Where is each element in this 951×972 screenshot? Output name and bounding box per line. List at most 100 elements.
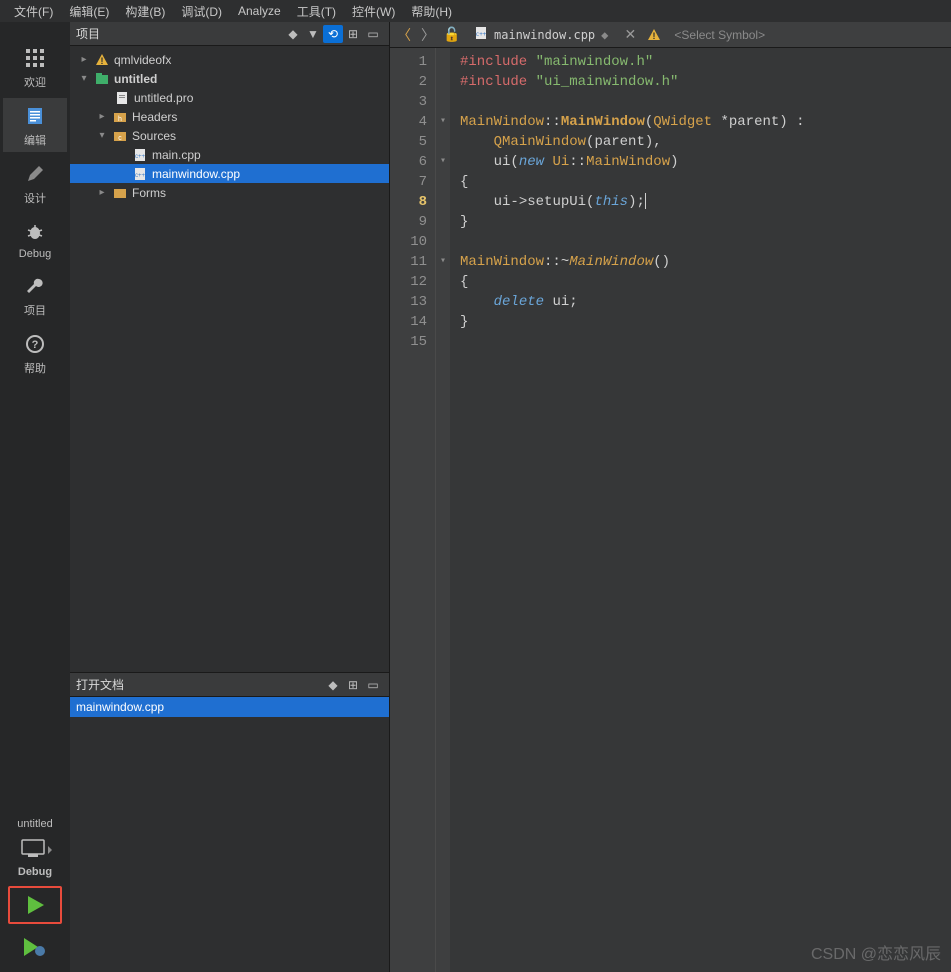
mode-help[interactable]: ? 帮助 (3, 326, 67, 380)
tree-label: Forms (132, 186, 166, 200)
wrench-icon (23, 274, 47, 298)
open-docs-title: 打开文档 (76, 676, 323, 693)
side-panel: 项目 ◆ ▼ ⟲ ⊞ ▭ ▸ ! qmlvideofx ▾ untitled (70, 22, 390, 972)
cpp-file-icon: c++ (132, 147, 148, 163)
tree-label: main.cpp (152, 148, 201, 162)
tree-label: mainwindow.cpp (152, 167, 240, 181)
project-panel-header: 项目 ◆ ▼ ⟲ ⊞ ▭ (70, 22, 389, 46)
editor: 〈 〉 🔓 c++ mainwindow.cpp ◆ ✕ ! <Select S… (390, 22, 951, 972)
tree-label: Sources (132, 129, 176, 143)
mode-debug-label: Debug (19, 248, 51, 260)
dropdown-icon: ◆ (601, 28, 608, 42)
fold-gutter[interactable]: ▾▾▾ (436, 48, 450, 972)
filter-icon[interactable]: ▼ (303, 25, 323, 43)
svg-text:c++: c++ (476, 31, 487, 38)
collapse-arrow-icon[interactable]: ▾ (78, 73, 90, 84)
svg-text:h: h (118, 116, 122, 123)
menu-debug[interactable]: 调试(D) (175, 1, 228, 22)
bug-icon (23, 220, 47, 244)
open-docs-header: 打开文档 ◆ ⊞ ▭ (70, 673, 389, 697)
editor-body[interactable]: 123456789101112131415 ▾▾▾ #include "main… (390, 48, 951, 972)
panel-dropdown-icon[interactable]: ◆ (283, 25, 303, 43)
expand-arrow-icon[interactable]: ▸ (96, 111, 108, 122)
split-icon[interactable]: ⊞ (343, 25, 363, 43)
mode-debug[interactable]: Debug (3, 214, 67, 264)
nav-forward-icon[interactable]: 〉 (418, 25, 438, 45)
panel-dropdown-icon[interactable]: ◆ (323, 676, 343, 694)
expand-arrow-icon[interactable]: ▸ (78, 54, 90, 65)
play-icon (24, 894, 46, 916)
warning-icon: ! (94, 52, 110, 68)
mode-design-label: 设计 (24, 190, 46, 206)
expand-arrow-icon[interactable]: ▸ (96, 187, 108, 198)
folder-h-icon: h (112, 109, 128, 125)
mode-help-label: 帮助 (24, 360, 46, 376)
nav-back-icon[interactable]: 〈 (394, 25, 414, 45)
project-tree[interactable]: ▸ ! qmlvideofx ▾ untitled untitled.pro ▸… (70, 46, 389, 672)
menu-edit[interactable]: 编辑(E) (63, 1, 115, 22)
menu-help[interactable]: 帮助(H) (405, 1, 458, 22)
tree-label: untitled.pro (134, 91, 193, 105)
menu-widgets[interactable]: 控件(W) (346, 1, 401, 22)
tree-item-mainwindowcpp[interactable]: c++ mainwindow.cpp (70, 164, 389, 183)
editor-file-selector[interactable]: c++ mainwindow.cpp ◆ (466, 26, 616, 43)
line-number-gutter: 123456789101112131415 (390, 48, 436, 972)
tree-item-sources[interactable]: ▾ c Sources (70, 126, 389, 145)
svg-text:?: ? (32, 339, 39, 351)
warning-icon[interactable]: ! (644, 25, 664, 45)
menu-tools[interactable]: 工具(T) (291, 1, 342, 22)
tree-label: Headers (132, 110, 177, 124)
mode-project-label: 项目 (24, 302, 46, 318)
tree-item-maincpp[interactable]: c++ main.cpp (70, 145, 389, 164)
code-area[interactable]: #include "mainwindow.h"#include "ui_main… (450, 48, 951, 972)
symbol-selector[interactable]: <Select Symbol> (668, 28, 771, 42)
tree-item-pro[interactable]: untitled.pro (70, 88, 389, 107)
link-icon[interactable]: ⟲ (323, 25, 343, 43)
pencil-icon (23, 162, 47, 186)
open-doc-item[interactable]: mainwindow.cpp (70, 697, 389, 717)
split-icon[interactable]: ⊞ (343, 676, 363, 694)
editor-file-name: mainwindow.cpp (494, 28, 595, 42)
question-icon: ? (23, 332, 47, 356)
document-icon (23, 104, 47, 128)
mode-welcome[interactable]: 欢迎 (3, 40, 67, 94)
svg-text:c: c (118, 135, 122, 142)
mode-design[interactable]: 设计 (3, 156, 67, 210)
svg-text:c++: c++ (135, 173, 146, 179)
mode-selector: 欢迎 编辑 设计 Debug 项目 ? (0, 22, 70, 972)
cpp-file-icon: c++ (132, 166, 148, 182)
mode-edit-label: 编辑 (24, 132, 46, 148)
tree-label: qmlvideofx (114, 53, 171, 67)
folder-icon (112, 185, 128, 201)
mode-project[interactable]: 项目 (3, 268, 67, 322)
tree-item-forms[interactable]: ▸ Forms (70, 183, 389, 202)
menu-file[interactable]: 文件(F) (8, 1, 59, 22)
kit-project-name: untitled (17, 818, 52, 830)
svg-text:!: ! (653, 31, 656, 41)
collapse-arrow-icon[interactable]: ▾ (96, 130, 108, 141)
close-panel-icon[interactable]: ▭ (363, 25, 383, 43)
run-debug-button[interactable] (8, 932, 62, 962)
tree-item-untitled[interactable]: ▾ untitled (70, 69, 389, 88)
main-area: 欢迎 编辑 设计 Debug 项目 ? (0, 22, 951, 972)
project-panel-title: 项目 (76, 25, 283, 42)
tree-item-qmlvideofx[interactable]: ▸ ! qmlvideofx (70, 50, 389, 69)
project-icon (94, 71, 110, 87)
mode-edit[interactable]: 编辑 (3, 98, 67, 152)
lock-icon[interactable]: 🔓 (442, 25, 462, 45)
tree-item-headers[interactable]: ▸ h Headers (70, 107, 389, 126)
kit-selector[interactable] (15, 834, 55, 862)
menu-build[interactable]: 构建(B) (119, 1, 171, 22)
open-docs-list[interactable]: mainwindow.cpp (70, 697, 389, 972)
close-panel-icon[interactable]: ▭ (363, 676, 383, 694)
kit-config-label: Debug (18, 866, 52, 878)
cpp-file-icon: c++ (474, 26, 488, 43)
folder-c-icon: c (112, 128, 128, 144)
run-button[interactable] (8, 886, 62, 924)
open-doc-label: mainwindow.cpp (76, 700, 164, 714)
grid-icon (23, 46, 47, 70)
menu-analyze[interactable]: Analyze (232, 2, 287, 20)
close-file-icon[interactable]: ✕ (620, 25, 640, 45)
svg-text:c++: c++ (135, 154, 146, 160)
open-documents-panel: 打开文档 ◆ ⊞ ▭ mainwindow.cpp (70, 672, 389, 972)
